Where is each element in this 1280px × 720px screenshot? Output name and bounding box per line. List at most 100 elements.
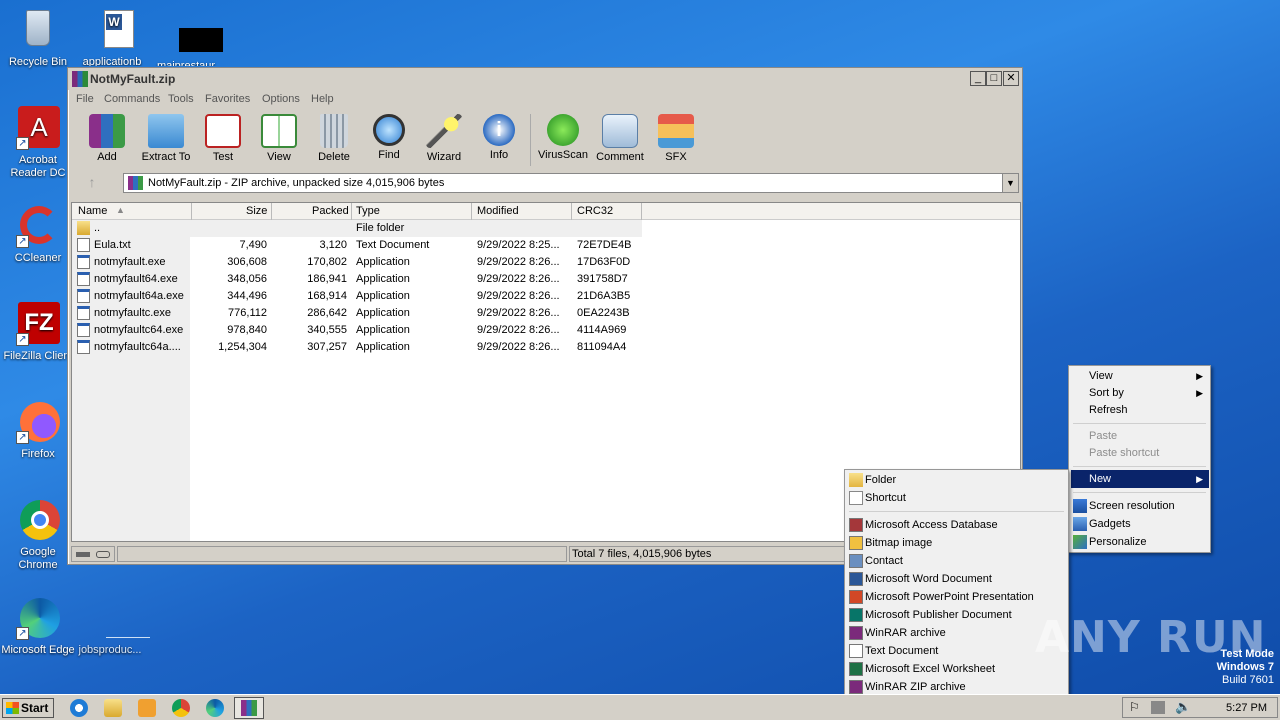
winrar-taskbar-button[interactable] [234,697,264,719]
menu-item-new-publisher[interactable]: Microsoft Publisher Document [847,606,1067,624]
table-row[interactable]: notmyfaultc64a.... 1,254,304 307,257 Applic… [72,339,1020,356]
address-text: NotMyFault.zip - ZIP archive, unpacked s… [148,177,445,189]
column-crc32[interactable]: CRC32 [577,205,613,217]
cell-crc: 21D6A3B5 [577,290,631,302]
cell-name: Eula.txt [94,239,131,251]
column-divider [641,203,642,220]
desktop-icon-ccleaner[interactable]: ↗ CCleaner [0,204,76,265]
menu-item-new-powerpoint[interactable]: Microsoft PowerPoint Presentation [847,588,1067,606]
menu-item-new[interactable]: New ▶ [1071,470,1209,488]
menu-item-new-text-document[interactable]: Text Document [847,642,1067,660]
up-arrow-icon[interactable]: ↑ [77,175,107,191]
menu-item-refresh[interactable]: Refresh [1071,401,1209,419]
minimize-button[interactable]: _ [970,71,986,86]
firefox-icon: ↗ [16,400,60,444]
maximize-button[interactable]: □ [986,71,1002,86]
cell-type: Application [356,290,410,302]
media-player-icon[interactable] [138,699,156,717]
chrome-taskbar-icon[interactable] [172,699,190,717]
title-bar[interactable]: NotMyFault.zip _ □ ✕ [68,68,1022,90]
column-type[interactable]: Type [356,205,380,217]
cell-type: Application [356,341,410,353]
desktop-icon-acrobat[interactable]: A ↗ Acrobat Reader DC [0,106,76,180]
table-row[interactable]: notmyfault64.exe 348,056 186,941 Applicatio… [72,271,1020,288]
test-mode-notice: Test Mode Windows 7 Build 7601 [1150,648,1274,687]
desktop-icon-maiprestaur[interactable]: maiprestaur [148,8,224,66]
delete-button[interactable]: Delete [306,114,362,163]
close-button[interactable]: ✕ [1003,71,1019,86]
add-button[interactable]: Add [79,114,135,163]
start-button[interactable]: Start [2,698,54,718]
menu-item-sort-by[interactable]: Sort by ▶ [1071,384,1209,402]
menu-item-new-contact[interactable]: Contact [847,552,1067,570]
address-dropdown-button[interactable]: ▼ [1002,174,1018,192]
desktop-icon-edge[interactable]: ↗ Microsoft Edge [0,596,76,657]
table-row[interactable]: .. File folder [72,220,1020,237]
column-size[interactable]: Size [246,205,267,217]
internet-explorer-icon[interactable] [70,699,88,717]
flag-icon[interactable]: ⚐ [1129,700,1140,714]
column-modified[interactable]: Modified [477,205,519,217]
menu-favorites[interactable]: Favorites [205,93,250,105]
table-row[interactable]: notmyfault.exe 306,608 170,802 Application 9… [72,254,1020,271]
desktop-icon-chrome[interactable]: Google Chrome [0,498,76,572]
cell-modified: 9/29/2022 8:26... [477,341,560,353]
volume-icon[interactable]: 🔈 [1175,699,1191,715]
sfx-button[interactable]: SFX [648,114,704,163]
table-row[interactable]: Eula.txt 7,490 3,120 Text Document 9/29/2022… [72,237,1020,254]
monitor-icon [1073,499,1087,513]
desktop-icon-firefox[interactable]: ↗ Firefox [0,400,76,461]
explorer-folder-icon[interactable] [104,699,122,717]
desktop-icon-label: Microsoft Edge [1,644,75,656]
wizard-button[interactable]: Wizard [416,114,472,163]
clock[interactable]: 5:27 PM [1226,702,1267,714]
column-name[interactable]: Name [78,205,107,217]
menu-help[interactable]: Help [311,93,334,105]
cell-crc: 811094A4 [577,341,627,353]
menu-item-gadgets[interactable]: Gadgets [1071,515,1209,533]
column-packed[interactable]: Packed [312,205,349,217]
desktop-icon-applicationb[interactable]: W applicationb [74,8,150,66]
menu-item-new-bitmap[interactable]: Bitmap image [847,534,1067,552]
virusscan-button[interactable]: VirusScan [535,114,591,161]
desktop-icon-label: Firefox [21,448,55,460]
menu-item-view[interactable]: View ▶ [1071,367,1209,385]
cell-modified: 9/29/2022 8:26... [477,307,560,319]
desktop-icon-jobsproduc[interactable]: jobsproduc... [72,596,150,657]
find-button[interactable]: Find [361,114,417,161]
drive-key-icon[interactable] [71,546,115,562]
menu-tools[interactable]: Tools [168,93,194,105]
extract-to-button[interactable]: Extract To [138,114,194,163]
sfx-box-icon [658,114,694,148]
menu-item-new-access[interactable]: Microsoft Access Database [847,516,1067,534]
menu-item-new-winrar[interactable]: WinRAR archive [847,624,1067,642]
sort-ascending-icon: ▲ [116,205,125,215]
contact-icon [849,554,863,568]
desktop-icon-recycle-bin[interactable]: Recycle Bin [0,8,76,69]
edge-taskbar-icon[interactable] [206,699,224,717]
table-row[interactable]: notmyfaultc64.exe 978,840 340,555 Applicati… [72,322,1020,339]
menu-file[interactable]: File [76,93,94,105]
info-button[interactable]: i Info [471,114,527,161]
address-field[interactable]: NotMyFault.zip - ZIP archive, unpacked s… [123,173,1019,193]
table-row[interactable]: notmyfaultc.exe 776,112 286,642 Application… [72,305,1020,322]
menu-item-new-word[interactable]: Microsoft Word Document [847,570,1067,588]
menu-options[interactable]: Options [262,93,300,105]
menu-commands[interactable]: Commands [104,93,160,105]
test-button[interactable]: Test [195,114,251,163]
menu-item-label: Text Document [865,645,939,657]
network-icon[interactable] [1151,701,1165,714]
cell-size: 344,496 [227,290,267,302]
menu-item-personalize[interactable]: Personalize [1071,533,1209,551]
menu-item-new-excel[interactable]: Microsoft Excel Worksheet [847,660,1067,678]
menu-item-screen-resolution[interactable]: Screen resolution [1071,497,1209,515]
menu-item-folder[interactable]: Folder [847,471,1067,489]
view-button[interactable]: View [251,114,307,163]
toolbar-separator [530,114,531,166]
desktop-icon-label: Google Chrome [18,546,58,571]
cell-modified: 9/29/2022 8:25... [477,239,560,251]
comment-button[interactable]: Comment [592,114,648,163]
menu-item-shortcut[interactable]: Shortcut [847,489,1067,507]
table-row[interactable]: notmyfault64a.exe 344,496 168,914 Applicati… [72,288,1020,305]
desktop-icon-filezilla[interactable]: FZ ↗ FileZilla Client [0,302,76,363]
